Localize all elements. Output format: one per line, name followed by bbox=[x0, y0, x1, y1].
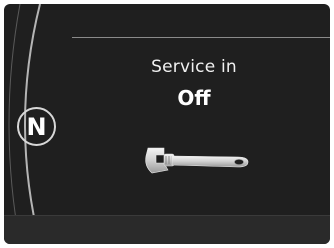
gear-indicator: N bbox=[17, 107, 56, 146]
instrument-cluster-display: N Service in Off bbox=[0, 0, 334, 248]
bottom-status-bar bbox=[4, 215, 330, 244]
top-divider bbox=[72, 37, 330, 38]
wrench-icon bbox=[145, 147, 249, 174]
cluster-screen: N Service in Off bbox=[4, 4, 330, 244]
service-value: Off bbox=[177, 86, 211, 110]
service-label: Service in bbox=[151, 57, 237, 77]
